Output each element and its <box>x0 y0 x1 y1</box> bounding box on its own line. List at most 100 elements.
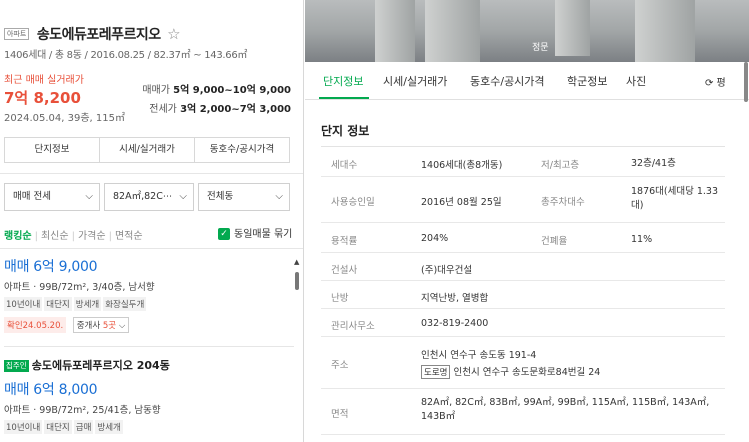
dong-value: 전체동 <box>207 191 234 202</box>
complex-name: 송도에듀포레푸르지오 <box>36 27 161 43</box>
listing-item[interactable]: 집주인 송도에듀포레푸르지오 204동 매매 6억 8,000 아파트 · 99B… <box>4 357 294 434</box>
chevron-down-icon: ⌵ <box>118 321 126 331</box>
listing-info: 아파트 · 99B/72m², 25/41층, 남동향 <box>4 405 161 416</box>
info-key: 주소 <box>331 360 349 371</box>
dong-dropdown[interactable]: 전체동 ⌵ <box>198 183 290 211</box>
listing-tag: 방세개 <box>73 297 102 311</box>
chevron-down-icon: ⌵ <box>85 191 93 202</box>
divider <box>0 173 303 174</box>
owner-badge: 집주인 <box>4 360 29 372</box>
info-row: 면적 82A㎡, 82C㎡, 83B㎡, 99A㎡, 99B㎡, 115A㎡, … <box>321 389 725 435</box>
agent-count-button[interactable]: 중개사 5곳 ⌵ <box>72 317 130 333</box>
complex-header: 아파트 송도에듀포레푸르지오 ☆ <box>4 24 300 44</box>
list-scrollbar[interactable]: ▲ <box>294 258 300 442</box>
apartment-badge: 아파트 <box>4 28 30 40</box>
tab-price[interactable]: 시세/실거래가 <box>383 73 447 89</box>
sort-ranking[interactable]: 랭킹순 <box>4 231 32 242</box>
sort-price[interactable]: 가격순 <box>78 231 106 242</box>
building-shape <box>555 0 590 56</box>
sort-latest[interactable]: 최신순 <box>41 231 69 242</box>
listing-tag: 대단지 <box>44 297 72 311</box>
complex-list-panel: 아파트 송도에듀포레푸르지오 ☆ 1406세대 / 총 8동 / 2016.08… <box>0 0 304 442</box>
recent-trade-price: 7억 8,200 <box>4 89 81 107</box>
info-row: 난방 지역난방, 열병합 <box>321 281 725 309</box>
info-key: 건설사 <box>331 265 358 276</box>
road-address: 도로명 인천시 연수구 송도문화로84번길 24 <box>421 364 600 379</box>
active-tab-underline <box>319 97 369 99</box>
chevron-down-icon: ⌵ <box>179 191 187 202</box>
verified-date-badge: 확인24.05.20. <box>4 317 67 333</box>
tab-unit-price[interactable]: 동호수/공시가격 <box>470 73 545 89</box>
info-value: 1406세대(총8개동) <box>421 160 503 171</box>
road-address-badge: 도로명 <box>421 365 451 379</box>
building-shape <box>425 0 480 62</box>
listing-tag: 급매 <box>73 420 94 434</box>
info-row: 사용승인일 2016년 08월 25일 총주차대수 1876대(세대당 1.33… <box>321 177 725 223</box>
scroll-up-arrow-icon[interactable]: ▲ <box>294 258 299 266</box>
info-value: (주)대우건설 <box>421 265 473 276</box>
listing-tag: 10년이내 <box>4 297 43 311</box>
info-key: 총주차대수 <box>541 197 585 208</box>
listing-price: 매매 6억 9,000 <box>4 259 98 275</box>
listing-verify-row: 확인24.05.20. 중개사 5곳 ⌵ <box>4 317 294 333</box>
listing-item[interactable]: 매매 6억 9,000 아파트 · 99B/72m², 3/40층, 남서향 1… <box>4 256 294 333</box>
info-key: 관리사무소 <box>331 321 375 332</box>
tab-school[interactable]: 학군정보 <box>567 73 607 89</box>
info-row: 건설사 (주)대우건설 <box>321 253 725 281</box>
scroll-thumb[interactable] <box>295 272 299 290</box>
tab-complex-info[interactable]: 단지정보 <box>323 73 363 89</box>
jeonse-price-label: 전세가 <box>149 104 177 115</box>
listing-tag: 방세개 <box>95 420 123 434</box>
building-shape <box>375 0 415 62</box>
info-value: 82A㎡, 82C㎡, 83B㎡, 99A㎡, 99B㎡, 115A㎡, 115… <box>421 397 710 422</box>
section-title: 단지 정보 <box>321 124 370 138</box>
listing-tag: 10년이내 <box>4 420 43 434</box>
sale-price-range: 매매가 5억 9,000~10억 9,000 <box>142 81 291 96</box>
sale-price-label: 매매가 <box>142 85 170 96</box>
recent-trade-label: 최근 매매 실거래가 <box>4 75 84 86</box>
info-key: 용적률 <box>331 236 358 247</box>
trade-type-dropdown[interactable]: 매매 전세 ⌵ <box>4 183 100 211</box>
chevron-down-icon: ⌵ <box>275 191 283 202</box>
recent-trade-date: 2024.05.04, 39층, 115㎡ <box>4 113 125 124</box>
detail-tab-bar: 단지정보 시세/실거래가 동호수/공시가격 학군정보 사진 ⟳ 평 <box>305 62 749 100</box>
left-tab-complex-info[interactable]: 단지정보 <box>5 138 100 162</box>
trade-type-value: 매매 전세 <box>13 191 51 202</box>
info-row: 세대수 1406세대(총8개동) 저/최고층 32층/41층 <box>321 147 725 177</box>
info-key: 건폐율 <box>541 236 568 247</box>
tab-photo[interactable]: 사진 <box>626 73 646 89</box>
complex-meta: 1406세대 / 총 8동 / 2016.08.25 / 82.37㎡ ~ 14… <box>4 50 248 61</box>
complex-detail-panel: 정문 단지정보 시세/실거래가 동호수/공시가격 학군정보 사진 ⟳ 평 단지 … <box>305 0 749 442</box>
info-value: 032-819-2400 <box>421 318 489 329</box>
sale-price-value: 5억 9,000~10억 9,000 <box>173 85 291 96</box>
building-shape <box>635 0 695 62</box>
listing-tag: 대단지 <box>44 420 72 434</box>
left-tab-unit[interactable]: 동호수/공시가격 <box>195 138 289 162</box>
info-key: 세대수 <box>331 160 358 171</box>
info-key: 난방 <box>331 293 349 304</box>
sort-area[interactable]: 면적순 <box>115 231 143 242</box>
left-tab-price[interactable]: 시세/실거래가 <box>100 138 195 162</box>
group-same-listing-label: 동일매물 묶기 <box>234 229 293 240</box>
favorite-star-icon[interactable]: ☆ <box>167 25 180 43</box>
jeonse-price-value: 3억 2,000~7억 3,000 <box>180 104 291 115</box>
info-value: 204% <box>421 233 449 244</box>
detail-scroll-thumb[interactable] <box>744 62 748 102</box>
info-value: 2016년 08월 25일 <box>421 197 502 208</box>
info-value: 11% <box>631 234 653 245</box>
info-key: 면적 <box>331 409 349 420</box>
complex-photo[interactable]: 정문 <box>305 0 749 62</box>
pyeong-toggle-button[interactable]: ⟳ 평 <box>705 74 726 89</box>
listing-price: 매매 6억 8,000 <box>4 382 98 398</box>
info-row: 주소 인천시 연수구 송도동 191-4 도로명 인천시 연수구 송도문화로84번… <box>321 337 725 389</box>
group-same-listing-toggle[interactable]: ✓ 동일매물 묶기 <box>218 225 292 240</box>
road-address-value: 인천시 연수구 송도문화로84번길 24 <box>453 367 601 378</box>
area-dropdown[interactable]: 82A㎡,82C⋯ ⌵ <box>104 183 194 211</box>
complex-info-table: 세대수 1406세대(총8개동) 저/최고층 32층/41층 사용승인일 201… <box>321 146 725 435</box>
checkbox-checked-icon[interactable]: ✓ <box>218 228 230 240</box>
listing-title: 집주인 송도에듀포레푸르지오 204동 <box>4 357 294 373</box>
info-value: 32층/41층 <box>631 158 676 169</box>
agent-count: 5곳 <box>102 321 117 331</box>
info-value: 인천시 연수구 송도동 191-4 <box>421 350 537 361</box>
listing-tags: 10년이내 대단지 급매 방세개 <box>4 420 294 434</box>
